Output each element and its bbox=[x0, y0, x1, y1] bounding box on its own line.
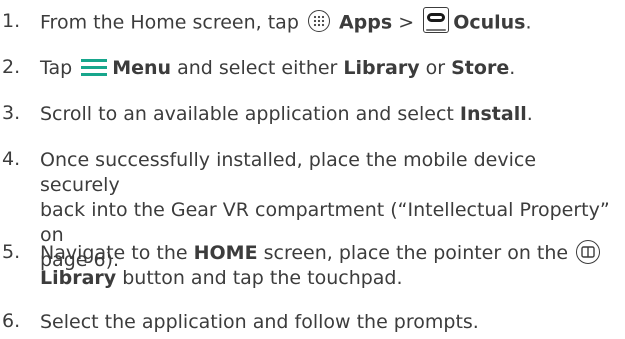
home-label: HOME bbox=[193, 242, 258, 264]
step-text: Tap Menu and select either Library or St… bbox=[40, 57, 516, 79]
library-icon bbox=[576, 239, 601, 264]
apps-label: Apps bbox=[338, 11, 393, 34]
step-text: Scroll to an available application and s… bbox=[40, 103, 533, 125]
step-text: Select the application and follow the pr… bbox=[40, 311, 479, 333]
step-text: Navigate to the HOME screen, place the p… bbox=[40, 239, 620, 291]
menu-label: Menu bbox=[112, 57, 172, 79]
step-text: From the Home screen, tap Apps > Oculus. bbox=[40, 7, 620, 36]
step-number: 3. bbox=[2, 102, 21, 124]
step-number: 6. bbox=[2, 310, 21, 332]
library-label: Library bbox=[40, 267, 117, 289]
menu-icon bbox=[81, 58, 108, 76]
instruction-list: 1. From the Home screen, tap Apps > Ocul… bbox=[0, 0, 625, 339]
step-number: 2. bbox=[2, 56, 21, 78]
oculus-label: Oculus bbox=[453, 11, 526, 34]
step-number: 5. bbox=[2, 241, 21, 263]
step-number: 4. bbox=[2, 148, 21, 170]
store-label: Store bbox=[451, 57, 510, 79]
install-label: Install bbox=[459, 103, 527, 125]
step-number: 1. bbox=[2, 10, 21, 32]
library-label: Library bbox=[343, 57, 420, 79]
oculus-icon bbox=[423, 7, 450, 33]
apps-icon bbox=[307, 10, 330, 32]
